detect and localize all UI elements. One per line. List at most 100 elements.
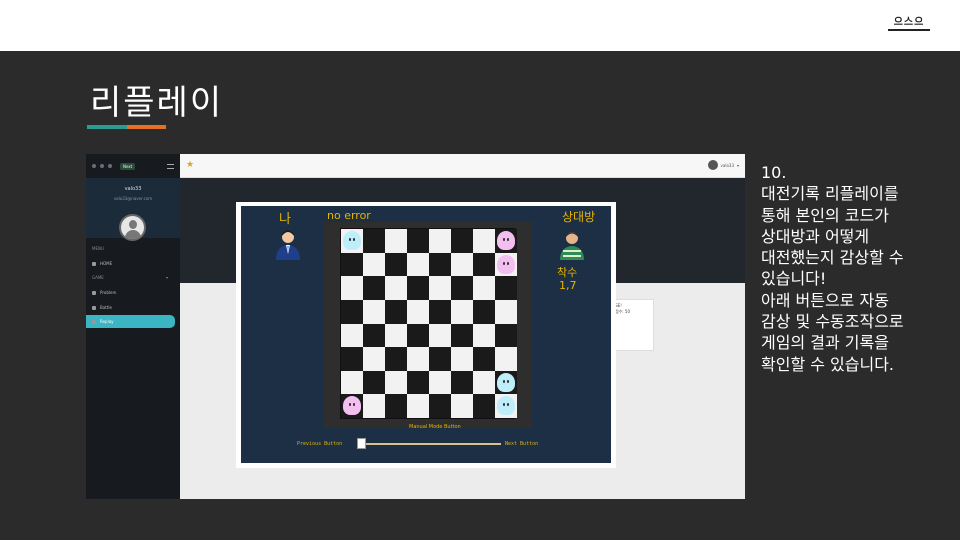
board-square[interactable] <box>429 323 451 348</box>
sidebar-item-label: HOME <box>100 261 113 266</box>
board-square[interactable] <box>451 323 473 348</box>
board-square[interactable] <box>429 276 451 300</box>
board-square[interactable] <box>341 370 363 395</box>
board-square[interactable] <box>495 229 517 253</box>
board-square[interactable] <box>495 299 517 324</box>
board-square[interactable] <box>473 229 495 253</box>
description-line: 확인할 수 있습니다. <box>761 354 895 374</box>
nav-dot[interactable] <box>108 164 112 168</box>
board-square[interactable] <box>407 323 429 348</box>
board-square[interactable] <box>363 252 385 277</box>
board-square[interactable] <box>473 347 495 371</box>
chevron-down-icon[interactable]: ▾ <box>166 275 168 280</box>
avatar-body <box>125 230 141 239</box>
next-badge[interactable]: Next <box>120 162 136 170</box>
board-square[interactable] <box>451 299 473 324</box>
board-square[interactable] <box>341 229 363 253</box>
section-menu: MENU <box>92 246 104 251</box>
replay-slider-thumb[interactable] <box>357 438 366 449</box>
hamburger-icon[interactable] <box>167 163 174 169</box>
board-square[interactable] <box>363 299 385 324</box>
nav-dot[interactable] <box>92 164 96 168</box>
sidebar-item-problem[interactable]: Problem <box>86 286 175 299</box>
board-square[interactable] <box>473 252 495 277</box>
board-square[interactable] <box>429 347 451 371</box>
board-square[interactable] <box>385 370 407 395</box>
board-square[interactable] <box>407 394 429 418</box>
board-square[interactable] <box>429 299 451 324</box>
pink-piece-icon <box>497 231 515 250</box>
board-square[interactable] <box>385 394 407 418</box>
board-square[interactable] <box>363 229 385 253</box>
player-opponent-label: 상대방 <box>562 210 596 224</box>
board-square[interactable] <box>407 229 429 253</box>
board-square[interactable] <box>385 299 407 324</box>
board-square[interactable] <box>341 347 363 371</box>
board-square[interactable] <box>451 276 473 300</box>
board-square[interactable] <box>407 299 429 324</box>
star-icon[interactable]: ★ <box>186 160 194 170</box>
board-square[interactable] <box>495 252 517 277</box>
board-square[interactable] <box>495 276 517 300</box>
board-square[interactable] <box>429 229 451 253</box>
profile-email: valo33@naver.com <box>113 196 153 201</box>
board-square[interactable] <box>363 394 385 418</box>
board-square[interactable] <box>385 347 407 371</box>
board-square[interactable] <box>407 252 429 277</box>
pink-piece-icon <box>497 254 515 274</box>
board-square[interactable] <box>451 347 473 371</box>
board-square[interactable] <box>385 323 407 348</box>
board-square[interactable] <box>473 370 495 395</box>
board-square[interactable] <box>451 252 473 277</box>
board-square[interactable] <box>385 229 407 253</box>
board-square[interactable] <box>495 394 517 418</box>
board-square[interactable] <box>495 347 517 371</box>
game-board[interactable] <box>340 228 517 419</box>
app-screenshot: Next valo33 valo33@naver.com MENU HOME G… <box>86 154 745 499</box>
description-line: 통해 본인의 코드가 <box>761 205 889 225</box>
next-button[interactable]: Next Button <box>505 441 538 447</box>
board-square[interactable] <box>495 370 517 395</box>
manual-mode-button[interactable]: Manual Mode Button <box>409 424 461 430</box>
sidebar-item-replay[interactable]: Replay <box>86 315 175 328</box>
board-square[interactable] <box>341 276 363 300</box>
sidebar-item-home[interactable]: HOME <box>86 257 175 270</box>
board-square[interactable] <box>473 276 495 300</box>
board-square[interactable] <box>429 370 451 395</box>
board-square[interactable] <box>363 347 385 371</box>
board-square[interactable] <box>385 276 407 300</box>
board-square[interactable] <box>429 252 451 277</box>
user-menu[interactable]: valo33 ▾ <box>707 160 739 170</box>
replay-slider-track[interactable] <box>357 443 501 445</box>
previous-button[interactable]: Previous Button <box>297 441 342 447</box>
board-square[interactable] <box>363 276 385 300</box>
board-square[interactable] <box>451 370 473 395</box>
avatar[interactable] <box>119 214 146 241</box>
board-square[interactable] <box>473 299 495 324</box>
board-square[interactable] <box>429 394 451 418</box>
board-square[interactable] <box>341 252 363 277</box>
board-square[interactable] <box>385 252 407 277</box>
board-square[interactable] <box>363 323 385 348</box>
nav-dot[interactable] <box>100 164 104 168</box>
board-square[interactable] <box>473 323 495 348</box>
sidebar-item-battle[interactable]: Battle <box>86 301 175 314</box>
board-square[interactable] <box>495 323 517 348</box>
board-square[interactable] <box>407 370 429 395</box>
board-square[interactable] <box>341 299 363 324</box>
board-square[interactable] <box>407 276 429 300</box>
home-icon <box>92 261 96 266</box>
description-line: 10. <box>761 163 787 182</box>
board-square[interactable] <box>407 347 429 371</box>
board-square[interactable] <box>451 229 473 253</box>
board-square[interactable] <box>473 394 495 418</box>
brand-logo-underline <box>888 29 930 31</box>
board-square[interactable] <box>341 394 363 418</box>
sidebar: Next valo33 valo33@naver.com MENU HOME G… <box>86 154 180 499</box>
accent-orange <box>127 125 166 129</box>
description-line: 상대방과 어떻게 <box>761 226 870 246</box>
board-square[interactable] <box>451 394 473 418</box>
board-square[interactable] <box>363 370 385 395</box>
board-square[interactable] <box>341 323 363 348</box>
description-text: 10. 대전기록 리플레이를 통해 본인의 코드가 상대방과 어떻게 대전했는지… <box>761 162 951 375</box>
